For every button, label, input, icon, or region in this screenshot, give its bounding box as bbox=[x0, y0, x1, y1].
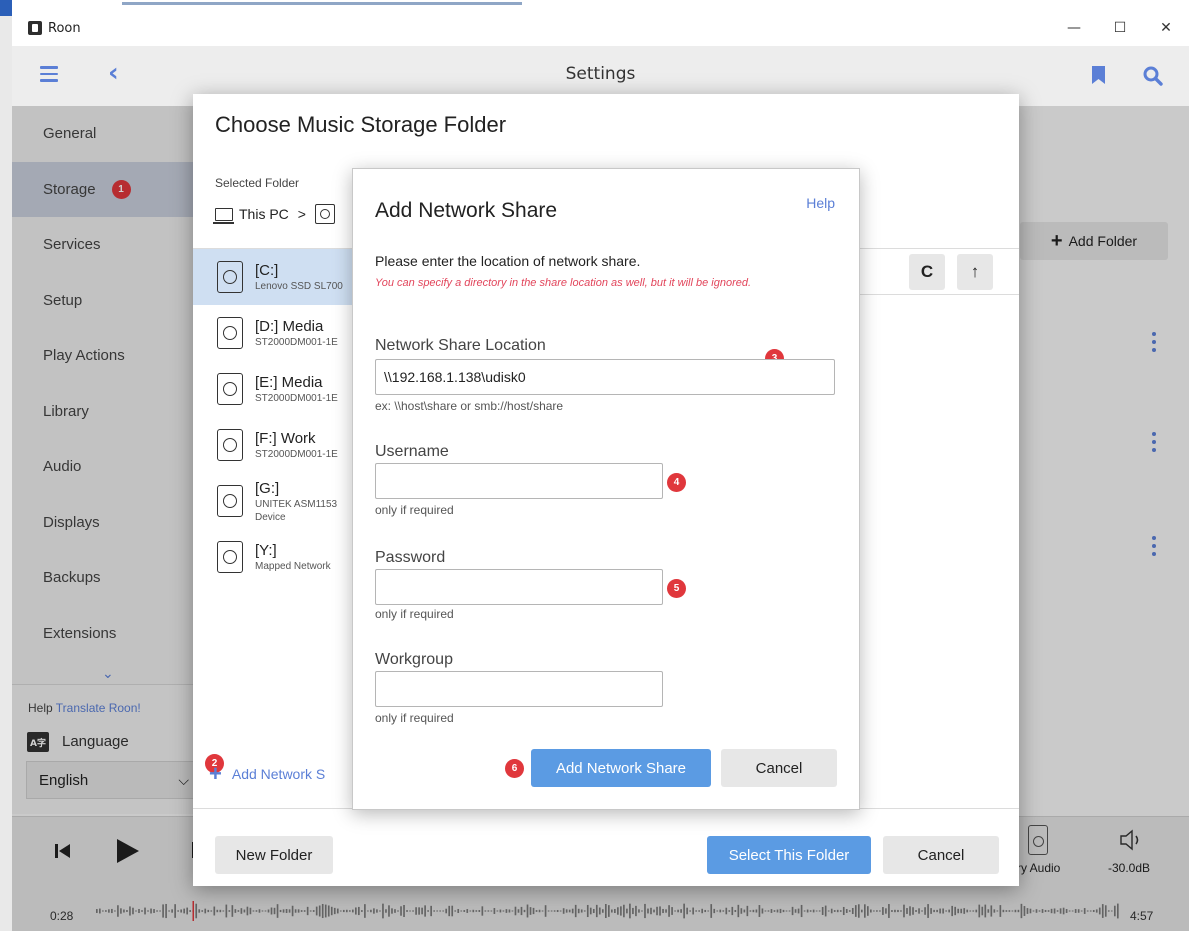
drive-item[interactable]: [F:] Work ST2000DM001-1E bbox=[193, 417, 363, 473]
plus-icon: + bbox=[209, 761, 222, 786]
password-input[interactable] bbox=[375, 569, 663, 605]
minimize-button[interactable]: — bbox=[1051, 10, 1097, 46]
background-window-edge bbox=[0, 0, 12, 931]
divider bbox=[859, 294, 1019, 295]
close-button[interactable]: ✕ bbox=[1143, 10, 1189, 46]
cancel-button[interactable]: Cancel bbox=[721, 749, 837, 787]
hard-drive-icon bbox=[217, 261, 243, 293]
maximize-button[interactable]: ☐ bbox=[1097, 10, 1143, 46]
help-link[interactable]: Help bbox=[806, 195, 835, 211]
location-hint: ex: \\host\share or smb://host/share bbox=[375, 399, 564, 413]
workgroup-input[interactable] bbox=[375, 671, 663, 707]
background-window-tab bbox=[0, 0, 12, 16]
refresh-button[interactable]: C bbox=[909, 254, 945, 290]
breadcrumb-this-pc[interactable]: This PC bbox=[239, 206, 289, 222]
drive-item[interactable]: [C:] Lenovo SSD SL700 bbox=[193, 249, 363, 305]
dialog-title: Add Network Share bbox=[375, 199, 558, 222]
step-badge: 4 bbox=[667, 473, 686, 492]
username-label: Username bbox=[375, 443, 449, 460]
username-input[interactable] bbox=[375, 463, 663, 499]
password-hint: only if required bbox=[375, 607, 454, 621]
dialog-title: Choose Music Storage Folder bbox=[215, 112, 507, 137]
arrow-up-icon: ↑ bbox=[970, 262, 980, 281]
drive-list: [C:] Lenovo SSD SL700 [D:] Media ST2000DM0… bbox=[193, 249, 363, 585]
selected-folder-label: Selected Folder bbox=[215, 176, 300, 190]
new-folder-button[interactable]: New Folder bbox=[215, 836, 333, 874]
add-network-share-dialog: Add Network Share Help Please enter the … bbox=[352, 168, 860, 810]
drive-item[interactable]: [Y:] Mapped Network bbox=[193, 529, 363, 585]
breadcrumb: This PC > bbox=[213, 204, 335, 224]
step-badge: 5 bbox=[667, 579, 686, 598]
drive-item[interactable]: [D:] Media ST2000DM001-1E bbox=[193, 305, 363, 361]
hard-drive-icon bbox=[217, 317, 243, 349]
username-hint: only if required bbox=[375, 503, 454, 517]
refresh-icon: C bbox=[920, 262, 934, 281]
password-label: Password bbox=[375, 549, 446, 566]
search-icon[interactable] bbox=[1143, 66, 1163, 86]
background-window-topline bbox=[12, 0, 1189, 10]
add-network-share-link[interactable]: + Add Network S bbox=[209, 761, 325, 786]
network-share-location-input[interactable]: \\192.168.1.138\udisk0 bbox=[375, 359, 835, 395]
computer-icon bbox=[213, 207, 234, 224]
roon-app-icon bbox=[28, 21, 42, 35]
parent-folder-button[interactable]: ↑ bbox=[957, 254, 993, 290]
hard-drive-icon bbox=[217, 541, 243, 573]
window-title: Roon bbox=[48, 20, 81, 36]
page-title: Settings bbox=[565, 64, 636, 84]
select-this-folder-button[interactable]: Select This Folder bbox=[707, 836, 871, 874]
network-share-location-label: Network Share Location bbox=[375, 337, 546, 354]
roon-window: Roon — ☐ ✕ ‹ Settings General Storage 1 S… bbox=[12, 10, 1189, 931]
cancel-button[interactable]: Cancel bbox=[883, 836, 999, 874]
drive-item[interactable]: [E:] Media ST2000DM001-1E bbox=[193, 361, 363, 417]
breadcrumb-separator: > bbox=[297, 206, 306, 222]
drive-item[interactable]: [G:] UNITEK ASM1153 Device bbox=[193, 473, 363, 529]
workgroup-hint: only if required bbox=[375, 711, 454, 725]
workgroup-label: Workgroup bbox=[375, 651, 453, 668]
step-badge: 6 bbox=[505, 759, 524, 778]
drive-icon[interactable] bbox=[314, 204, 335, 224]
hard-drive-icon bbox=[217, 429, 243, 461]
instructions: Please enter the location of network sha… bbox=[375, 253, 641, 269]
add-network-share-button[interactable]: Add Network Share bbox=[531, 749, 711, 787]
hard-drive-icon bbox=[217, 485, 243, 517]
hard-drive-icon bbox=[217, 373, 243, 405]
title-bar: Roon — ☐ ✕ bbox=[12, 10, 1189, 46]
directory-note: You can specify a directory in the share… bbox=[375, 277, 752, 289]
